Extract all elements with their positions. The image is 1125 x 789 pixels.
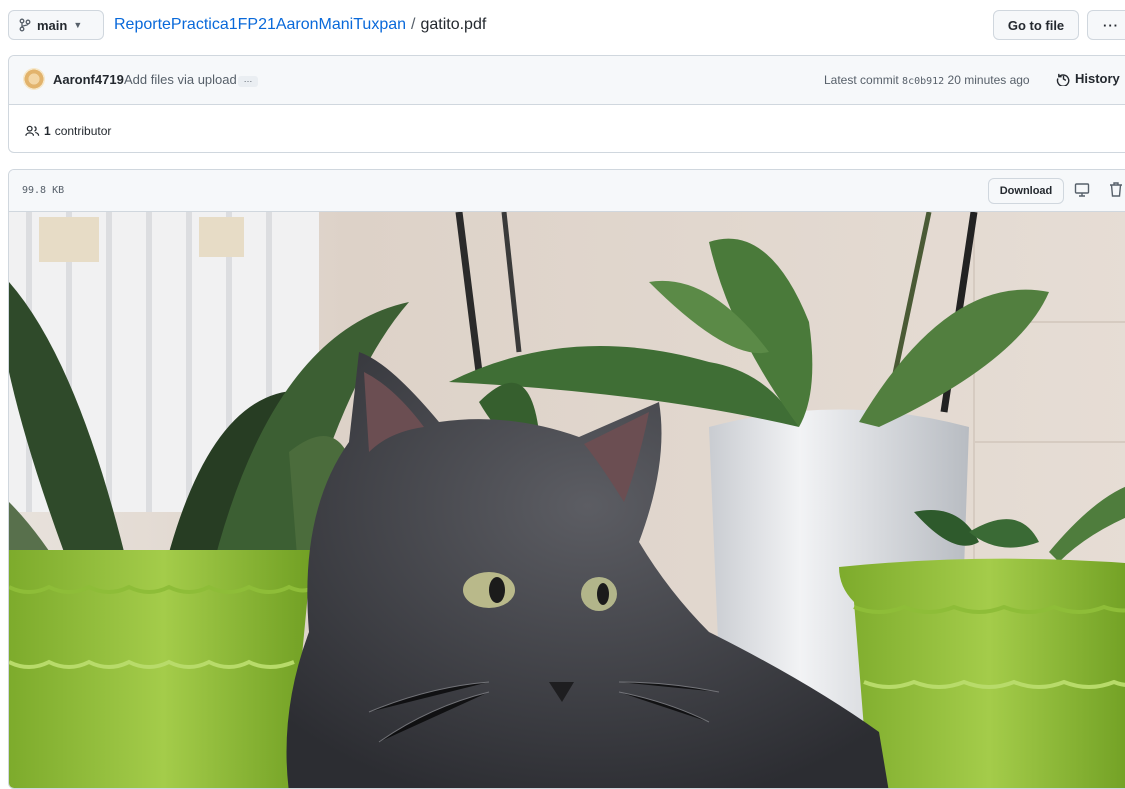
- file-preview-image: [9, 212, 1125, 788]
- commit-message[interactable]: Add files via upload: [124, 72, 237, 87]
- commit-time: 20 minutes ago: [947, 73, 1030, 87]
- breadcrumb: ReportePractica1FP21AaronManiTuxpan / gati…: [114, 16, 486, 34]
- file-header: 99.8 KB Download: [9, 170, 1125, 212]
- branch-selector[interactable]: main ▼: [8, 10, 104, 40]
- branch-name: main: [37, 17, 68, 33]
- commit-box: Aaronf4719 Add files via upload … Latest…: [8, 55, 1125, 153]
- commit-header: Aaronf4719 Add files via upload … Latest…: [9, 56, 1125, 105]
- breadcrumb-separator: /: [411, 16, 416, 33]
- expand-commit-button[interactable]: …: [238, 75, 258, 87]
- history-icon: [1056, 73, 1070, 86]
- download-button[interactable]: Download: [988, 178, 1064, 204]
- file-viewer: 99.8 KB Download: [8, 169, 1125, 789]
- more-options-button[interactable]: ···: [1087, 10, 1125, 40]
- avatar[interactable]: [23, 68, 45, 90]
- contributor-label: contributor: [54, 124, 112, 138]
- latest-commit-label: Latest commit: [824, 73, 899, 87]
- file-name: gatito.pdf: [420, 16, 487, 33]
- chevron-down-icon: ▼: [73, 20, 83, 30]
- latest-commit: Latest commit 8c0b912 20 minutes ago: [824, 73, 1030, 87]
- contributors[interactable]: 1 contributor: [25, 124, 111, 138]
- trash-icon[interactable]: [1109, 181, 1123, 200]
- file-size: 99.8 KB: [22, 185, 65, 196]
- history-button[interactable]: History: [1056, 71, 1120, 86]
- desktop-icon[interactable]: [1074, 182, 1090, 201]
- history-label: History: [1075, 71, 1120, 86]
- commit-sha[interactable]: 8c0b912: [902, 76, 944, 87]
- commit-author[interactable]: Aaronf4719: [53, 72, 124, 87]
- contributor-count: 1: [44, 124, 51, 138]
- repo-link[interactable]: ReportePractica1FP21AaronManiTuxpan: [114, 16, 406, 33]
- people-icon: [25, 125, 40, 136]
- branch-icon: [19, 18, 31, 32]
- go-to-file-button[interactable]: Go to file: [993, 10, 1079, 40]
